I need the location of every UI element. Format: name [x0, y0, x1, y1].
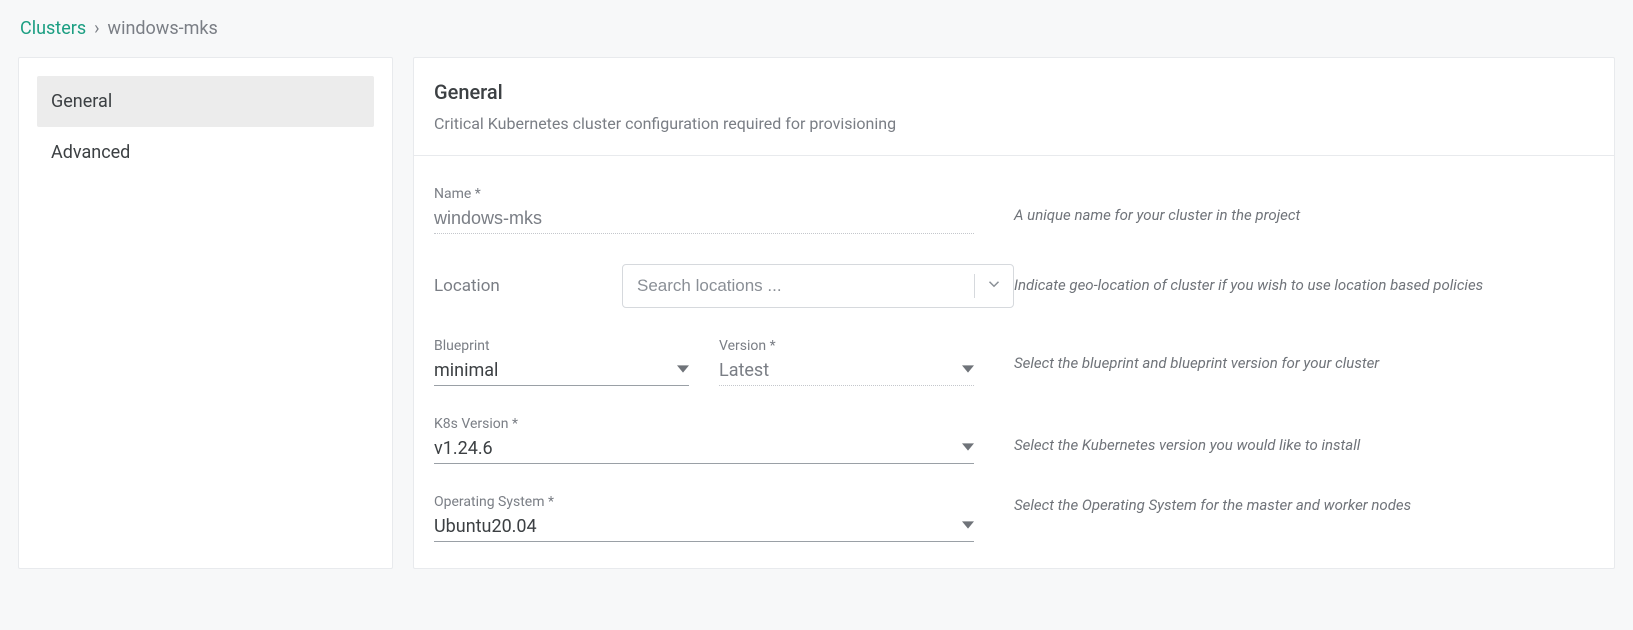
location-search-input[interactable]	[637, 276, 964, 296]
sidebar-item-general[interactable]: General	[37, 76, 374, 127]
location-searchbox[interactable]	[622, 264, 1014, 308]
row-blueprint: Blueprint minimal Version * Latest	[434, 338, 1594, 386]
k8s-label: K8s Version *	[434, 416, 974, 432]
version-value: Latest	[719, 360, 962, 381]
searchbox-divider	[974, 274, 975, 298]
panel-title: General	[434, 80, 1594, 104]
breadcrumb: Clusters › windows-mks	[18, 18, 1615, 39]
panel-body: Name * A unique name for your cluster in…	[414, 156, 1614, 568]
main-panel: General Critical Kubernetes cluster conf…	[413, 57, 1615, 569]
name-help: A unique name for your cluster in the pr…	[1014, 186, 1594, 224]
location-label: Location	[434, 276, 592, 296]
version-label: Version *	[719, 338, 974, 354]
sidebar-item-label: Advanced	[51, 142, 130, 163]
blueprint-value: minimal	[434, 360, 677, 381]
os-label: Operating System *	[434, 494, 974, 510]
blueprint-help: Select the blueprint and blueprint versi…	[1014, 338, 1594, 372]
row-location: Location Indicate geo-location of cluste…	[434, 264, 1594, 308]
name-label: Name *	[434, 186, 974, 202]
caret-down-icon	[962, 441, 974, 457]
k8s-select[interactable]: v1.24.6	[434, 436, 974, 464]
row-k8s: K8s Version * v1.24.6 Select the Kuberne…	[434, 416, 1594, 464]
breadcrumb-separator: ›	[94, 18, 99, 39]
blueprint-label: Blueprint	[434, 338, 689, 354]
os-help: Select the Operating System for the mast…	[1014, 494, 1594, 514]
chevron-down-icon[interactable]	[985, 275, 1003, 297]
row-name: Name * A unique name for your cluster in…	[434, 186, 1594, 234]
os-select[interactable]: Ubuntu20.04	[434, 514, 974, 542]
k8s-value: v1.24.6	[434, 438, 962, 459]
panel-subtitle: Critical Kubernetes cluster configuratio…	[434, 114, 1594, 133]
breadcrumb-current: windows-mks	[108, 18, 218, 39]
version-select[interactable]: Latest	[719, 358, 974, 386]
breadcrumb-root-link[interactable]: Clusters	[20, 18, 86, 39]
os-value: Ubuntu20.04	[434, 516, 962, 537]
row-os: Operating System * Ubuntu20.04 Select th…	[434, 494, 1594, 542]
blueprint-select[interactable]: minimal	[434, 358, 689, 386]
panel-header: General Critical Kubernetes cluster conf…	[414, 58, 1614, 156]
sidebar-item-label: General	[51, 91, 112, 112]
caret-down-icon	[677, 363, 689, 379]
sidebar-item-advanced[interactable]: Advanced	[37, 127, 374, 178]
name-input[interactable]	[434, 206, 974, 234]
k8s-help: Select the Kubernetes version you would …	[1014, 416, 1594, 454]
caret-down-icon	[962, 363, 974, 379]
sidebar: General Advanced	[18, 57, 393, 569]
location-help: Indicate geo-location of cluster if you …	[1014, 264, 1594, 294]
caret-down-icon	[962, 519, 974, 535]
